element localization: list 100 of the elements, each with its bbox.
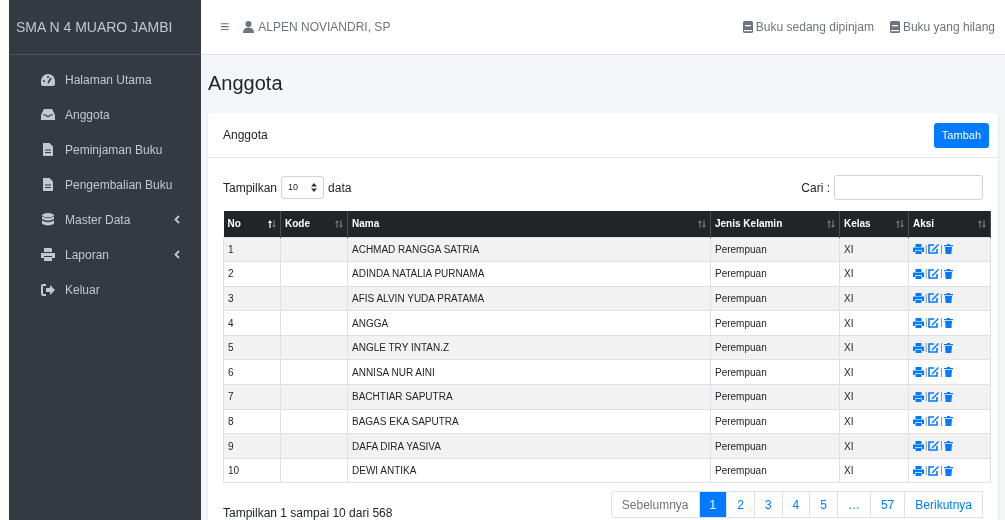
table-cell: DEWI ANTIKA	[352, 465, 417, 477]
print-icon[interactable]	[913, 268, 924, 279]
print-icon[interactable]	[913, 244, 924, 255]
table-cell: BACHTIAR SAPUTRA	[352, 391, 453, 403]
column-header[interactable]: Nama	[347, 211, 711, 237]
column-header[interactable]: Kode	[280, 211, 348, 237]
trash-icon[interactable]	[943, 244, 953, 255]
separator: |	[940, 267, 943, 281]
edit-icon[interactable]	[928, 465, 940, 476]
table-cell: Perempuan	[715, 391, 767, 403]
nav-link[interactable]: Buku yang hilang	[889, 18, 995, 36]
print-icon[interactable]	[913, 465, 924, 476]
page-link[interactable]: 2	[726, 491, 755, 519]
file-icon	[43, 178, 53, 191]
table-cell: DAFA DIRA YASIVA	[352, 440, 441, 452]
add-button[interactable]: Tambah	[933, 122, 989, 148]
column-header[interactable]: Kelas	[839, 211, 909, 237]
print-icon[interactable]	[913, 441, 924, 452]
table-cell: 7	[228, 391, 234, 403]
sidebar-item[interactable]: Keluar	[19, 272, 191, 307]
table-cell: XI	[844, 391, 854, 403]
sidebar-item[interactable]: Master Data	[19, 202, 191, 237]
trash-icon[interactable]	[943, 441, 953, 452]
print-icon[interactable]	[913, 293, 924, 304]
edit-icon[interactable]	[928, 342, 940, 353]
trash-icon[interactable]	[943, 293, 953, 304]
column-header[interactable]: Jenis Kelamin	[710, 211, 840, 237]
table-cell: XI	[844, 243, 854, 255]
page-link[interactable]: …	[836, 491, 871, 519]
separator: |	[940, 291, 943, 305]
user-name[interactable]: ALPEN NOVIANDRI, SP	[258, 18, 391, 36]
gauge-icon	[41, 73, 55, 86]
separator: |	[925, 242, 928, 256]
table-cell: 4	[228, 317, 234, 329]
trash-icon[interactable]	[943, 342, 953, 353]
sidebar-item[interactable]: Halaman Utama	[19, 62, 191, 97]
separator: |	[925, 340, 928, 354]
print-icon[interactable]	[913, 342, 924, 353]
page-link[interactable]: 5	[809, 491, 838, 519]
sidebar-item[interactable]: Pengembalian Buku	[19, 167, 191, 202]
page-link[interactable]: 57	[869, 491, 906, 519]
sidebar-item[interactable]: Peminjaman Buku	[19, 132, 191, 167]
table-cell: XI	[844, 465, 854, 477]
separator: |	[925, 463, 928, 477]
page-link[interactable]: 3	[753, 491, 783, 519]
page-link[interactable]: Berikutnya	[904, 491, 983, 519]
table-cell: 5	[228, 342, 234, 354]
book-icon	[889, 21, 900, 33]
separator: |	[925, 390, 928, 404]
trash-icon[interactable]	[943, 367, 953, 378]
table-cell: BAGAS EKA SAPUTRA	[352, 415, 459, 427]
print-icon[interactable]	[913, 318, 924, 329]
edit-icon[interactable]	[928, 318, 940, 329]
sign-out-icon	[41, 283, 55, 296]
file-icon	[43, 143, 53, 156]
table-cell: AFIS ALVIN YUDA PRATAMA	[352, 293, 485, 304]
trash-icon[interactable]	[943, 318, 953, 329]
card-title: Anggota	[223, 127, 268, 144]
table-cell: XI	[844, 342, 854, 354]
print-icon[interactable]	[913, 391, 924, 402]
trash-icon[interactable]	[943, 465, 953, 476]
brand-title[interactable]: SMA N 4 MUARO JAMBI	[16, 16, 173, 38]
separator: |	[940, 439, 943, 453]
table-cell: Perempuan	[715, 415, 767, 427]
separator: |	[940, 463, 943, 477]
trash-icon[interactable]	[943, 268, 953, 279]
separator: |	[925, 316, 928, 330]
length-label: Tampilkan	[223, 179, 278, 197]
menu-icon[interactable]: ≡	[220, 19, 230, 35]
table-cell: XI	[844, 317, 854, 329]
nav-link[interactable]: Buku sedang dipinjam	[742, 18, 874, 36]
table-cell: ANNISA NUR AINI	[352, 366, 435, 378]
page-link[interactable]: Sebelumnya	[610, 491, 700, 519]
sidebar-item[interactable]: Laporan	[19, 237, 191, 272]
book-icon	[742, 21, 753, 33]
edit-icon[interactable]	[928, 367, 940, 378]
edit-icon[interactable]	[928, 244, 940, 255]
table-info: Tampilkan 1 sampai 10 dari 568	[223, 505, 393, 520]
edit-icon[interactable]	[928, 416, 940, 427]
edit-icon[interactable]	[928, 268, 940, 279]
page-title: Anggota	[208, 71, 284, 96]
table-cell: 8	[228, 415, 234, 427]
table-cell: XI	[844, 293, 854, 304]
table-cell: ADINDA NATALIA PURNAMA	[352, 268, 485, 280]
edit-icon[interactable]	[928, 293, 940, 304]
sidebar-item[interactable]: Anggota	[19, 97, 191, 132]
trash-icon[interactable]	[943, 391, 953, 402]
table-cell: XI	[844, 366, 854, 378]
length-label: data	[328, 179, 352, 197]
search-field[interactable]	[834, 175, 983, 200]
column-header[interactable]: Aksi	[908, 211, 991, 237]
page-length-select[interactable]: 10	[281, 176, 325, 199]
table-cell: Perempuan	[715, 293, 767, 304]
table-cell: Perempuan	[715, 317, 767, 329]
trash-icon[interactable]	[943, 416, 953, 427]
edit-icon[interactable]	[928, 441, 940, 452]
print-icon[interactable]	[913, 367, 924, 378]
column-header[interactable]: No	[223, 211, 281, 237]
print-icon[interactable]	[913, 416, 924, 427]
edit-icon[interactable]	[928, 391, 940, 402]
